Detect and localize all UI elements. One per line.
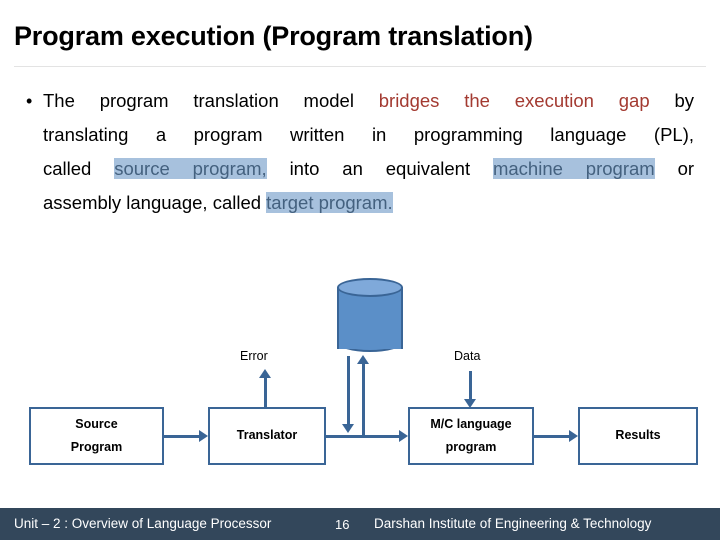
highlighted-term-machine-program: machine program <box>492 158 655 179</box>
body-line-4: assembly language, called target program… <box>43 186 694 220</box>
connector-machine-to-results-line <box>534 435 570 438</box>
flow-diagram: Error Data Source Program Translator M/C… <box>0 255 720 480</box>
cylinder-top <box>337 278 403 297</box>
connector-source-to-translator-arrowhead <box>199 430 208 442</box>
flow-box-translator: Translator <box>208 407 326 465</box>
connector-error-line <box>264 377 267 409</box>
connector-source-to-translator-line <box>164 435 200 438</box>
text-segment: translating a program written in program… <box>43 124 694 145</box>
connector-translator-to-machine-arrowhead <box>399 430 408 442</box>
connector-cylinder-down-arrowhead <box>342 424 354 433</box>
flow-box-results: Results <box>578 407 698 465</box>
text-segment: called <box>43 158 115 179</box>
highlighted-term-source-program: source program, <box>114 158 267 179</box>
connector-machine-to-results-arrowhead <box>569 430 578 442</box>
connector-data-line <box>469 371 472 401</box>
highlighted-red-text: bridges the execution gap <box>378 90 650 111</box>
footer-bar: Unit – 2 : Overview of Language Processo… <box>0 508 720 540</box>
label-error: Error <box>240 349 268 363</box>
connector-cylinder-up-line <box>362 363 365 437</box>
box-label-line: Source <box>75 416 118 431</box>
body-line-2: translating a program written in program… <box>43 118 694 152</box>
footer-unit-text: Unit – 2 : Overview of Language Processo… <box>14 516 272 531</box>
box-label-line: Results <box>615 428 661 443</box>
box-label-line: Program <box>70 440 123 454</box>
connector-translator-to-machine-line <box>326 435 400 438</box>
box-label-line: M/C language <box>430 416 512 431</box>
box-label-line: program <box>445 440 497 454</box>
database-cylinder-icon <box>337 278 403 356</box>
footer-page-number: 16 <box>335 517 350 532</box>
flow-box-source-program: Source Program <box>29 407 164 465</box>
footer-institute-name: Darshan Institute of Engineering & Techn… <box>374 516 652 531</box>
body-line-1: The program translation model bridges th… <box>43 84 694 118</box>
connector-cylinder-down-line <box>347 356 350 426</box>
flow-box-machine-language-program: M/C language program <box>408 407 534 465</box>
text-segment: by <box>649 90 694 111</box>
box-label-line: Translator <box>236 428 298 443</box>
bullet-item: • The program translation model bridges … <box>26 84 694 220</box>
text-segment: into an equivalent <box>266 158 493 179</box>
label-data: Data <box>454 349 481 363</box>
connector-cylinder-up-arrowhead <box>357 355 369 364</box>
body-content: • The program translation model bridges … <box>26 84 694 220</box>
connector-error-arrowhead <box>259 369 271 378</box>
text-segment: or <box>654 158 695 179</box>
page-title: Program execution (Program translation) <box>14 21 533 51</box>
highlighted-term-target-program: target program. <box>266 192 393 213</box>
bullet-paragraph: The program translation model bridges th… <box>43 84 694 220</box>
bullet-marker: • <box>26 91 33 111</box>
text-segment: assembly language, called <box>43 192 267 213</box>
title-divider <box>14 66 706 67</box>
body-line-3: called source program, into an equivalen… <box>43 152 694 186</box>
text-segment: The program translation model <box>43 90 379 111</box>
